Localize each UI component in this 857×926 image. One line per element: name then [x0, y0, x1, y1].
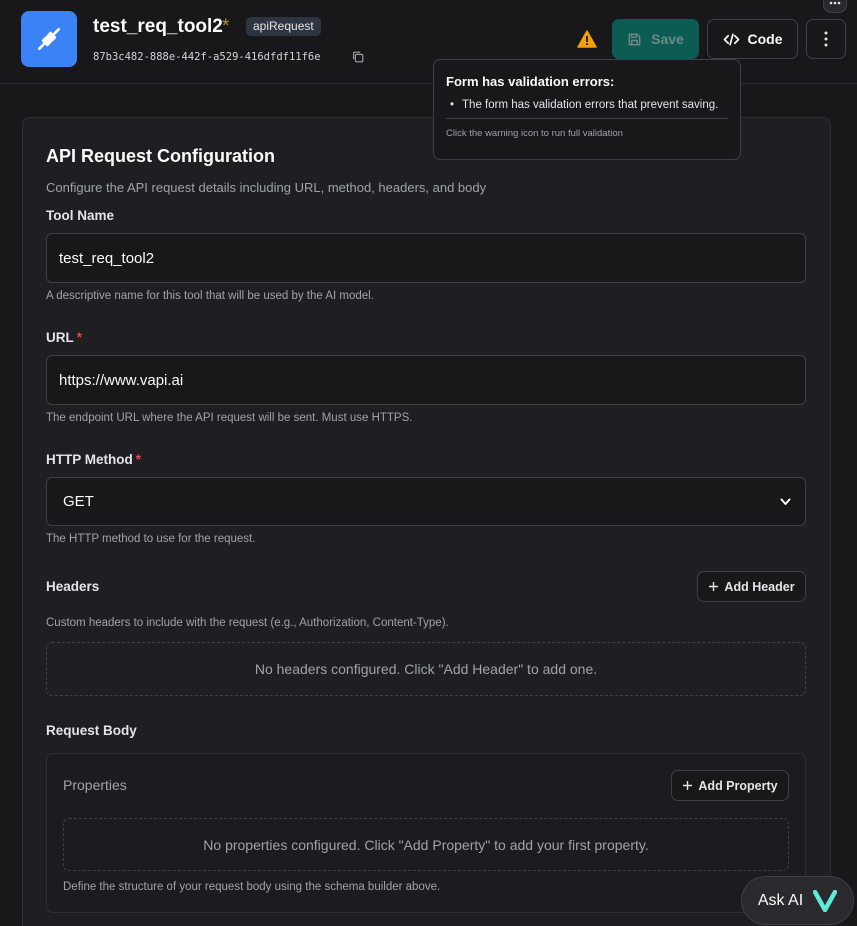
- save-button-label: Save: [651, 31, 684, 47]
- add-property-button[interactable]: Add Property: [671, 770, 789, 801]
- tool-id: 87b3c482-888e-442f-a529-416dfdf11f6e: [93, 51, 321, 63]
- ask-ai-label: Ask AI: [757, 891, 804, 909]
- http-method-help: The HTTP method to use for the request.: [46, 533, 256, 545]
- plug-icon: [37, 27, 61, 51]
- headers-help: Custom headers to include with the reque…: [46, 617, 449, 629]
- http-method-label-text: HTTP Method: [46, 452, 133, 467]
- vertical-dots-icon: [824, 31, 828, 47]
- tooltip-hint: Click the warning icon to run full valid…: [446, 128, 623, 139]
- code-icon: [723, 33, 739, 45]
- tool-type-icon: [21, 11, 77, 67]
- plus-icon: [683, 781, 693, 790]
- add-property-label: Add Property: [698, 778, 778, 793]
- save-icon: [628, 33, 641, 45]
- http-method-value: GET: [63, 493, 94, 510]
- tool-title: test_req_tool2: [93, 16, 223, 37]
- properties-label: Properties: [63, 777, 127, 793]
- url-help: The endpoint URL where the API request w…: [46, 412, 413, 424]
- section-title: API Request Configuration: [46, 146, 275, 166]
- url-input[interactable]: [46, 355, 806, 405]
- section-description: Configure the API request details includ…: [46, 180, 487, 195]
- tool-type-badge: apiRequest: [246, 17, 321, 36]
- validation-tooltip: Form has validation errors: The form has…: [433, 59, 741, 160]
- ask-ai-button[interactable]: Ask AI: [741, 876, 854, 925]
- tool-name-help: A descriptive name for this tool that wi…: [46, 290, 374, 302]
- tooltip-divider: [446, 118, 728, 119]
- vapi-logo-icon: [813, 889, 838, 912]
- code-button-label: Code: [747, 31, 783, 47]
- add-header-label: Add Header: [724, 579, 795, 594]
- url-label-text: URL: [46, 330, 74, 345]
- request-body-label: Request Body: [46, 723, 137, 738]
- request-body-help: Define the structure of your request bod…: [63, 881, 441, 893]
- required-marker: *: [135, 452, 142, 467]
- horizontal-dots-icon: [829, 1, 841, 4]
- more-options-button[interactable]: [806, 19, 846, 59]
- add-header-button[interactable]: Add Header: [697, 571, 806, 602]
- headers-empty-state: No headers configured. Click "Add Header…: [46, 642, 806, 696]
- tool-name-label: Tool Name: [46, 208, 115, 223]
- http-method-label: HTTP Method *: [46, 452, 141, 467]
- save-button[interactable]: Save: [612, 19, 699, 59]
- code-button[interactable]: Code: [707, 19, 798, 59]
- url-label: URL *: [46, 330, 82, 345]
- warning-icon[interactable]: [577, 30, 597, 48]
- tooltip-title: Form has validation errors:: [446, 74, 615, 89]
- tooltip-error-item: The form has validation errors that prev…: [446, 99, 728, 111]
- copy-icon[interactable]: [351, 50, 365, 64]
- chevron-down-icon: [780, 498, 791, 505]
- required-marker: *: [76, 330, 83, 345]
- properties-empty-state: No properties configured. Click "Add Pro…: [63, 818, 789, 871]
- plus-icon: [709, 582, 719, 591]
- headers-label: Headers: [46, 579, 100, 594]
- overflow-menu-button[interactable]: [823, 0, 847, 13]
- tool-name-input[interactable]: [46, 233, 806, 283]
- http-method-select[interactable]: GET: [46, 477, 806, 526]
- unsaved-indicator: *: [222, 16, 230, 37]
